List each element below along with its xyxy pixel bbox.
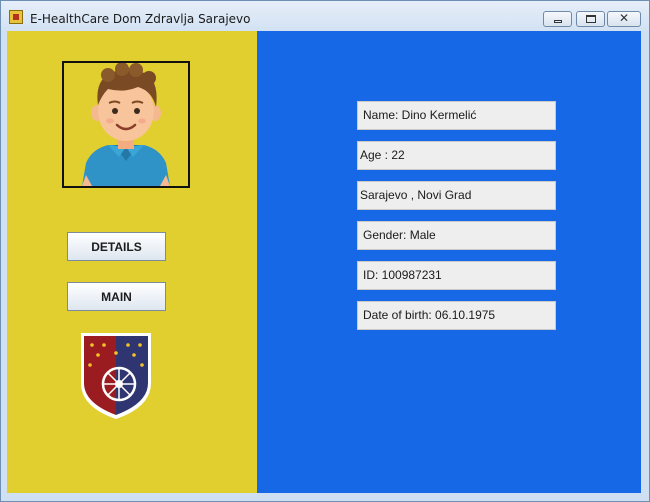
avatar xyxy=(62,61,190,188)
app-icon xyxy=(9,10,23,24)
main-button[interactable]: MAIN xyxy=(67,282,166,311)
age-field: Age : 22 xyxy=(357,141,556,170)
details-button[interactable]: DETAILS xyxy=(67,232,166,261)
patient-avatar-icon xyxy=(82,63,170,186)
date-of-birth-field: Date of birth: 06.10.1975 xyxy=(357,301,556,330)
sidebar-panel: DETAILS MAIN xyxy=(7,31,257,493)
name-field: Name: Dino Kermelić xyxy=(357,101,556,130)
sarajevo-coat-of-arms-icon xyxy=(81,333,151,419)
close-icon: ✕ xyxy=(618,11,630,25)
window-title: E-HealthCare Dom Zdravlja Sarajevo xyxy=(30,12,251,26)
title-bar[interactable]: E-HealthCare Dom Zdravlja Sarajevo ✕ xyxy=(1,1,649,31)
id-field: ID: 100987231 xyxy=(357,261,556,290)
address-field: Sarajevo , Novi Grad xyxy=(357,181,556,210)
patient-info-panel: Name: Dino Kermelić Age : 22 Sarajevo , … xyxy=(257,31,641,493)
maximize-button[interactable] xyxy=(576,11,605,27)
minimize-button[interactable] xyxy=(543,11,572,27)
gender-field: Gender: Male xyxy=(357,221,556,250)
close-button[interactable]: ✕ xyxy=(607,11,641,27)
